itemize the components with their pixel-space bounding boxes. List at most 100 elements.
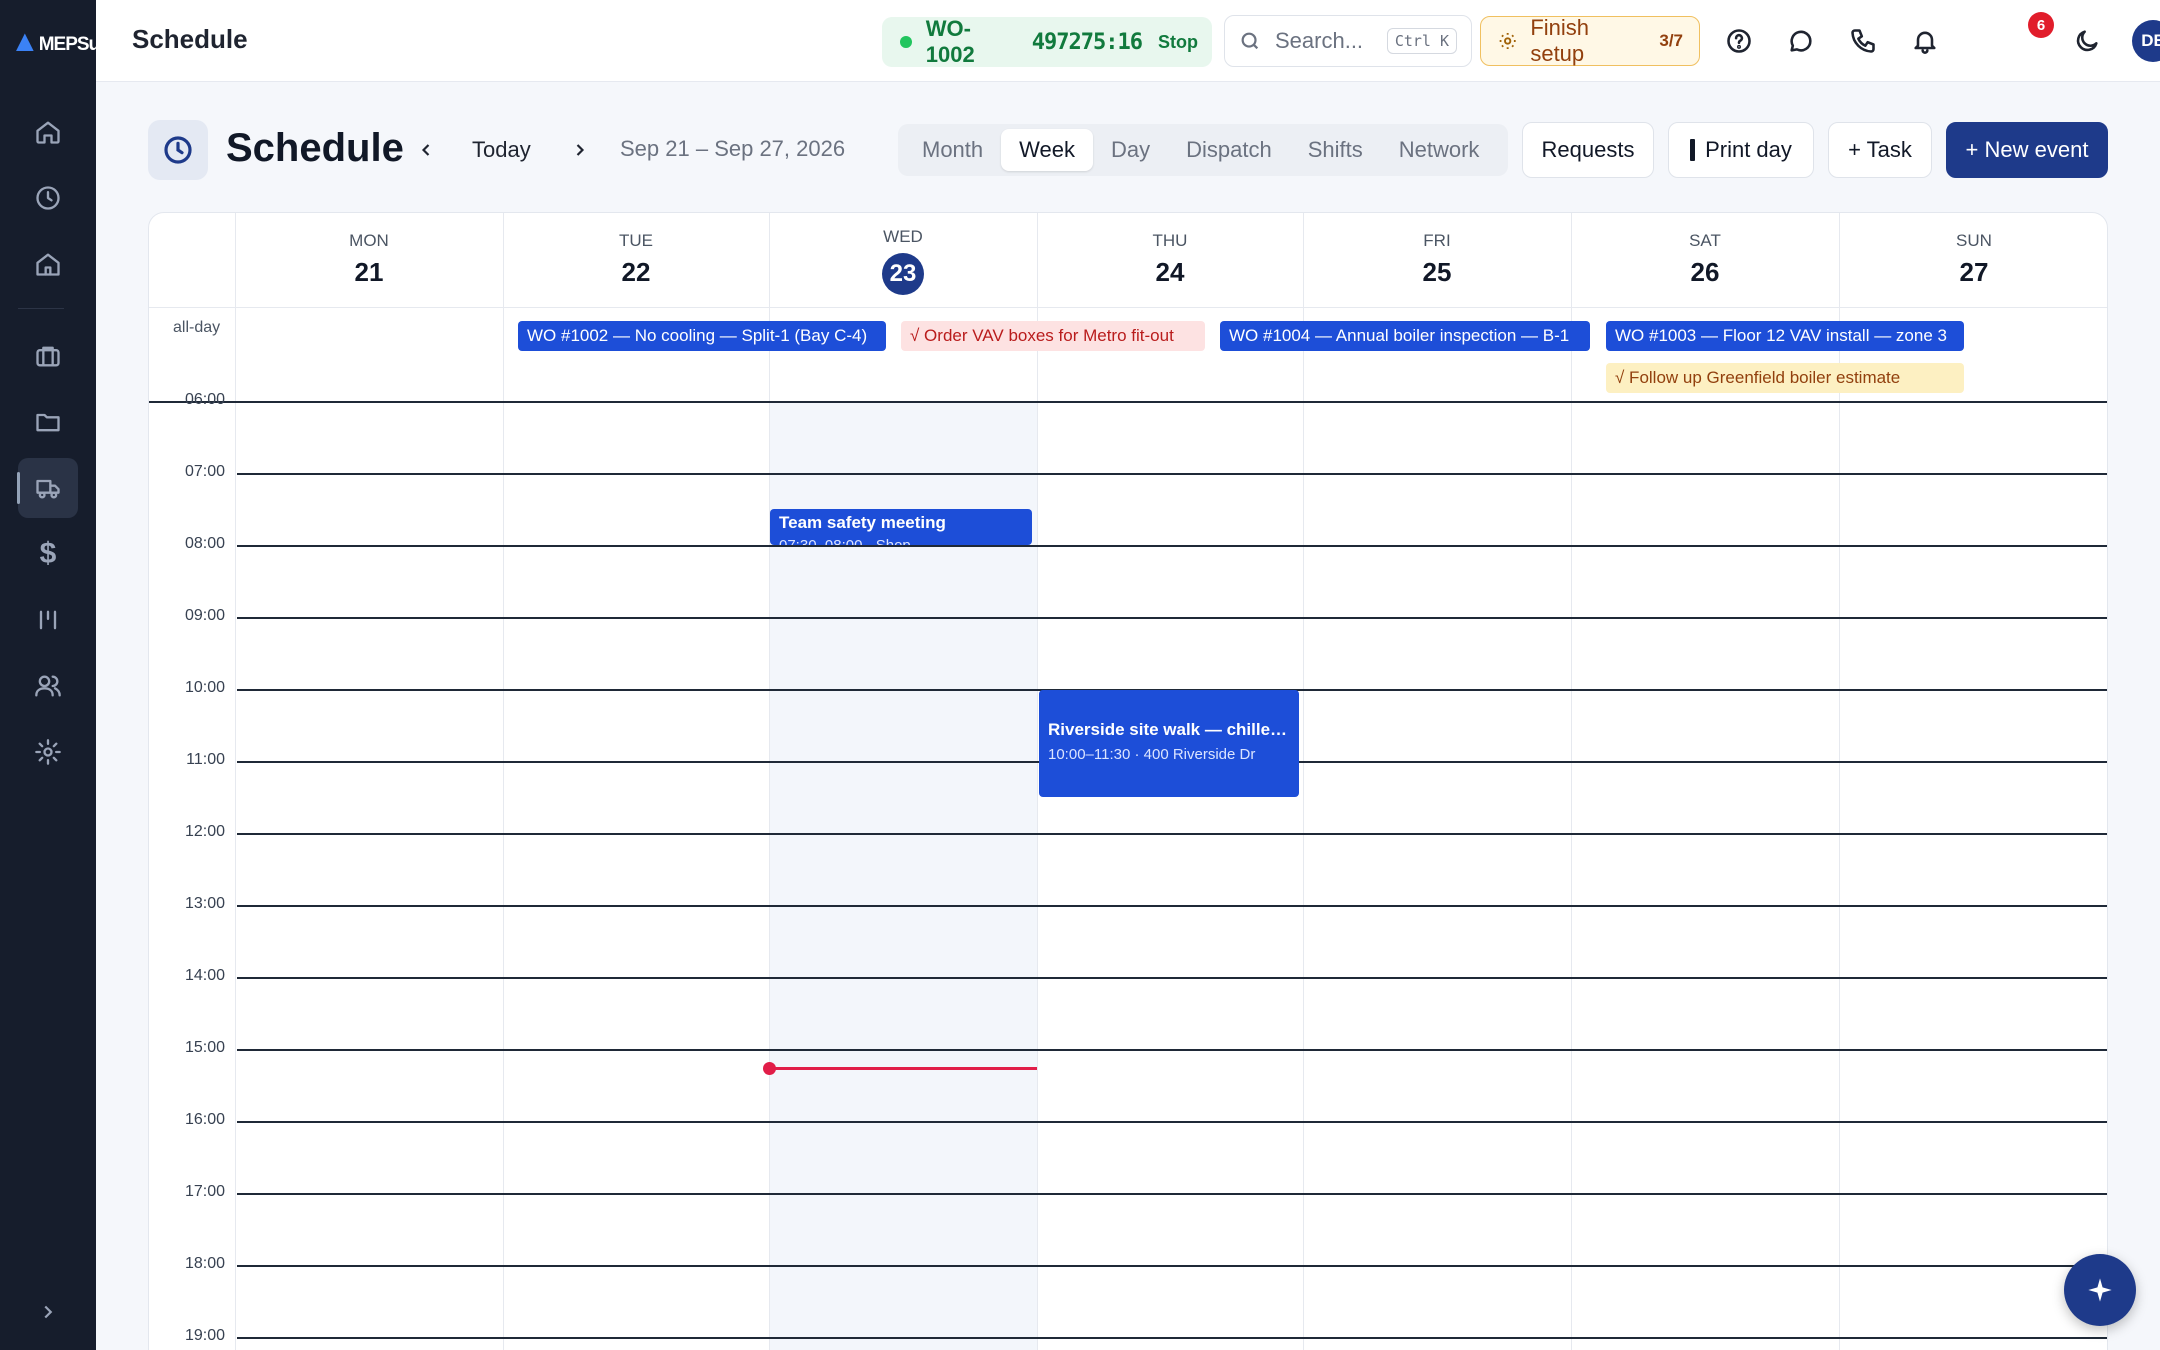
day-header-fri[interactable]: FRI 25 <box>1303 213 1571 307</box>
timed-event[interactable]: Team safety meeting 07:30–08:00 · Shop <box>770 509 1032 545</box>
sidebar-item-properties[interactable] <box>18 234 78 294</box>
help-icon <box>1727 29 1751 53</box>
sidebar-item-team[interactable] <box>18 656 78 716</box>
sidebar-item-home[interactable] <box>18 102 78 162</box>
sidebar-item-time[interactable] <box>18 168 78 228</box>
view-dispatch[interactable]: Dispatch <box>1168 129 1290 171</box>
view-shifts[interactable]: Shifts <box>1290 129 1381 171</box>
day-header-mon[interactable]: MON 21 <box>235 213 503 307</box>
hour-line <box>237 1121 2107 1123</box>
all-day-label: all-day <box>173 319 221 336</box>
all-day-event[interactable]: WO #1002 — No cooling — Split-1 (Bay C-4… <box>518 321 886 351</box>
add-task-button[interactable]: + Task <box>1828 122 1932 178</box>
ai-assistant-button[interactable] <box>2064 1254 2136 1326</box>
hour-label: 12:00 <box>184 823 225 840</box>
hour-label: 07:00 <box>184 463 225 480</box>
header-divider <box>149 307 2107 308</box>
event-subtitle: 07:30–08:00 · Shop <box>779 537 1023 545</box>
timed-event[interactable]: Riverside site walk — chiller… 10:00–11:… <box>1039 690 1299 797</box>
help-button[interactable] <box>1720 22 1758 60</box>
new-event-button[interactable]: + New event <box>1946 122 2108 178</box>
sidebar-item-settings[interactable] <box>18 722 78 782</box>
view-week[interactable]: Week <box>1001 129 1093 171</box>
user-avatar[interactable]: DE <box>2132 20 2160 62</box>
hour-label: 08:00 <box>184 535 225 552</box>
sparkle-icon <box>2088 1278 2112 1302</box>
dollar-icon: $ <box>39 537 57 570</box>
hour-label: 19:00 <box>184 1327 225 1344</box>
brand-logo[interactable]: ▲ MEPSub <box>10 18 111 66</box>
view-day[interactable]: Day <box>1093 129 1168 171</box>
day-header-sun[interactable]: SUN 27 <box>1839 213 2107 307</box>
sidebar-item-dispatch[interactable] <box>17 458 78 518</box>
day-number: 22 <box>621 257 651 287</box>
chevron-right-icon <box>44 1305 53 1319</box>
day-header-sat[interactable]: SAT 26 <box>1571 213 1839 307</box>
search-icon <box>1241 32 1259 50</box>
day-of-week: WED <box>883 227 923 246</box>
current-time-indicator <box>769 1067 1037 1070</box>
all-day-event[interactable]: WO #1004 — Annual boiler inspection — B-… <box>1220 321 1590 351</box>
finish-setup-button[interactable]: Finish setup 3/7 <box>1480 15 1700 66</box>
sidebar-item-reports[interactable] <box>18 590 78 650</box>
requests-button[interactable]: Requests <box>1522 122 1654 178</box>
theme-toggle[interactable] <box>2068 22 2106 60</box>
hour-line <box>237 977 2107 979</box>
hour-line <box>237 401 2107 403</box>
day-header-wed[interactable]: WED 23 <box>769 213 1037 307</box>
view-month[interactable]: Month <box>904 129 1001 171</box>
hour-label: 06:00 <box>184 391 225 408</box>
day-of-week: THU <box>1152 231 1188 250</box>
sidebar-collapse-button[interactable] <box>30 1294 66 1330</box>
view-switcher: Month Week Day Dispatch Shifts Network <box>898 124 1508 176</box>
all-day-event[interactable]: WO #1003 — Floor 12 VAV install — zone 3 <box>1606 321 1964 351</box>
logo-icon: ▲ MEPSub <box>10 25 111 58</box>
chevron-left-icon <box>421 144 430 156</box>
day-header-tue[interactable]: TUE 22 <box>503 213 769 307</box>
app-title: Schedule <box>132 24 248 54</box>
day-number: 21 <box>354 257 384 287</box>
gear-icon <box>35 739 61 765</box>
timer-stop-button[interactable]: Stop <box>1158 32 1198 53</box>
timer-work-order: WO-1002 <box>925 16 975 67</box>
moon-icon <box>2076 30 2098 52</box>
day-number: 27 <box>1959 257 1989 287</box>
building-icon <box>36 253 60 276</box>
day-divider <box>503 213 504 1350</box>
folder-icon <box>36 413 60 432</box>
notifications-button[interactable] <box>1906 22 1944 60</box>
bars-icon <box>39 610 57 630</box>
hour-line <box>237 1265 2107 1267</box>
hour-label: 15:00 <box>184 1039 225 1056</box>
phone-button[interactable] <box>1844 22 1882 60</box>
home-icon <box>36 121 60 144</box>
hour-line <box>237 1337 2107 1339</box>
sidebar: ▲ MEPSub $ <box>0 0 111 1350</box>
sidebar-item-files[interactable] <box>18 392 78 452</box>
global-search[interactable]: Search... Ctrl K <box>1224 15 1472 67</box>
next-week-button[interactable] <box>564 134 596 166</box>
hour-line <box>237 833 2107 835</box>
messages-button[interactable] <box>1782 22 1820 60</box>
all-day-task[interactable]: √ Follow up Greenfield boiler estimate <box>1606 363 1964 393</box>
sidebar-item-billing[interactable]: $ <box>18 524 78 584</box>
all-day-task[interactable]: √ Order VAV boxes for Metro fit-out <box>901 321 1205 351</box>
truck-icon <box>36 479 60 499</box>
print-day-button[interactable]: Print day <box>1668 122 1814 178</box>
view-network[interactable]: Network <box>1381 129 1498 171</box>
active-timer[interactable]: WO-1002 497275:16 Stop <box>882 16 1212 67</box>
briefcase-icon <box>36 346 60 367</box>
hour-label: 17:00 <box>184 1183 225 1200</box>
search-input[interactable]: Search... <box>1275 28 1387 54</box>
sidebar-item-jobs[interactable] <box>18 326 78 386</box>
day-header-thu[interactable]: THU 24 <box>1037 213 1303 307</box>
finish-setup-progress: 3/7 <box>1659 31 1683 50</box>
previous-week-button[interactable] <box>410 134 442 166</box>
hour-label: 13:00 <box>184 895 225 912</box>
today-button[interactable]: Today <box>456 130 547 170</box>
day-of-week: TUE <box>619 231 653 250</box>
day-of-week: SAT <box>1689 231 1721 250</box>
day-divider <box>1571 213 1572 1350</box>
day-number: 26 <box>1690 257 1720 287</box>
finish-setup-label: Finish setup <box>1530 15 1590 66</box>
